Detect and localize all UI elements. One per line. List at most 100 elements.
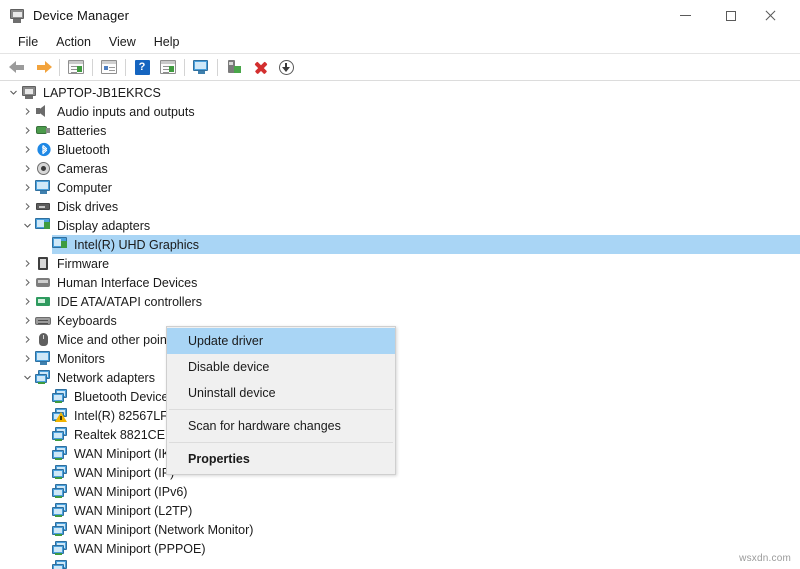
show-hide-console-tree-icon (68, 60, 84, 74)
tree-item-batteries[interactable]: Batteries (0, 121, 800, 140)
maximize-icon (726, 11, 736, 21)
show-hidden-devices-icon (160, 60, 176, 74)
tree-item-label: Network adapters (57, 371, 155, 385)
chevron-right-icon[interactable] (20, 259, 35, 268)
chevron-right-icon[interactable] (20, 297, 35, 306)
chevron-down-icon[interactable] (20, 221, 35, 230)
tree-root-label: LAPTOP-JB1EKRCS (43, 86, 161, 100)
mouse-icon (35, 332, 52, 347)
tree-device-row[interactable]: Intel(R) 82567LF Gigabit Network Connect… (0, 406, 800, 425)
minimize-button[interactable] (662, 0, 708, 31)
forward-button[interactable] (30, 56, 56, 79)
chevron-right-icon[interactable] (20, 145, 35, 154)
tree-device-row-partial[interactable] (0, 558, 800, 569)
tree-device-label: WAN Miniport (L2TP) (74, 504, 192, 518)
tree-item-network-adapters[interactable]: Network adapters (0, 368, 800, 387)
context-menu-separator (169, 409, 393, 410)
chevron-right-icon[interactable] (20, 164, 35, 173)
network-adapter-icon (52, 446, 69, 461)
context-menu-item-properties[interactable]: Properties (167, 446, 395, 472)
menu-file[interactable]: File (9, 33, 47, 51)
context-menu-item-uninstall-device[interactable]: Uninstall device (167, 380, 395, 406)
tree-item-label: Audio inputs and outputs (57, 105, 195, 119)
chevron-right-icon[interactable] (20, 354, 35, 363)
tree-device-row[interactable]: WAN Miniport (L2TP) (0, 501, 800, 520)
back-button[interactable] (4, 56, 30, 79)
network-adapter-icon (52, 389, 69, 404)
tree-item-keyboards[interactable]: Keyboards (0, 311, 800, 330)
tree-item-computer[interactable]: Computer (0, 178, 800, 197)
update-driver-button[interactable] (188, 56, 214, 79)
tree-device-label: WAN Miniport (Network Monitor) (74, 523, 253, 537)
network-adapter-icon (52, 503, 69, 518)
minimize-icon (680, 15, 691, 16)
chevron-right-icon[interactable] (20, 202, 35, 211)
tree-item-audio-inputs-and-outputs[interactable]: Audio inputs and outputs (0, 102, 800, 121)
maximize-button[interactable] (708, 0, 754, 31)
tree-device-row[interactable]: WAN Miniport (PPPOE) (0, 539, 800, 558)
chevron-right-icon[interactable] (20, 278, 35, 287)
menu-action[interactable]: Action (47, 33, 100, 51)
scan-for-hardware-changes-button[interactable] (221, 56, 247, 79)
context-menu-item-label: Scan for hardware changes (188, 419, 341, 433)
context-menu-item-label: Disable device (188, 360, 269, 374)
tree-item-label: Cameras (57, 162, 108, 176)
tree-item-disk-drives[interactable]: Disk drives (0, 197, 800, 216)
context-menu-item-label: Properties (188, 452, 250, 466)
tree-item-human-interface-devices[interactable]: Human Interface Devices (0, 273, 800, 292)
context-menu-item-disable-device[interactable]: Disable device (167, 354, 395, 380)
network-adapter-icon (35, 370, 52, 385)
menu-view[interactable]: View (100, 33, 145, 51)
chevron-right-icon[interactable] (20, 107, 35, 116)
tree-root-node[interactable]: LAPTOP-JB1EKRCS (0, 83, 800, 102)
uninstall-device-icon (253, 60, 268, 75)
tree-item-monitors[interactable]: Monitors (0, 349, 800, 368)
tree-item-label: Computer (57, 181, 112, 195)
tree-device-row[interactable]: Bluetooth Device (Personal Area Network) (0, 387, 800, 406)
tree-item-mice-and-other-pointing-devices[interactable]: Mice and other pointing devices (0, 330, 800, 349)
tree-item-cameras[interactable]: Cameras (0, 159, 800, 178)
menu-help[interactable]: Help (145, 33, 189, 51)
tree-item-label: Firmware (57, 257, 109, 271)
ide-icon (35, 294, 52, 309)
chevron-down-icon[interactable] (6, 88, 21, 97)
chevron-right-icon[interactable] (20, 316, 35, 325)
camera-icon (35, 161, 52, 176)
monitor-icon (35, 180, 52, 195)
chevron-right-icon[interactable] (20, 126, 35, 135)
toolbar-separator (184, 59, 185, 76)
network-adapter-icon (52, 560, 69, 569)
tree-item-firmware[interactable]: Firmware (0, 254, 800, 273)
tree-item-bluetooth[interactable]: Bluetooth (0, 140, 800, 159)
show-hide-console-tree-button[interactable] (63, 56, 89, 79)
tree-device-intel-uhd-graphics[interactable]: Intel(R) UHD Graphics (0, 235, 800, 254)
close-button[interactable] (754, 0, 800, 31)
uninstall-device-button[interactable] (247, 56, 273, 79)
disable-device-button[interactable] (273, 56, 299, 79)
device-tree[interactable]: LAPTOP-JB1EKRCS Audio inputs and outputs… (0, 81, 800, 569)
show-hidden-devices-button[interactable] (155, 56, 181, 79)
toolbar-separator (217, 59, 218, 76)
tree-device-row[interactable]: WAN Miniport (IP) (0, 463, 800, 482)
chevron-down-icon[interactable] (20, 373, 35, 382)
tree-item-ide-ata-atapi-controllers[interactable]: IDE ATA/ATAPI controllers (0, 292, 800, 311)
context-menu[interactable]: Update driver Disable device Uninstall d… (166, 326, 396, 475)
context-menu-item-update-driver[interactable]: Update driver (167, 328, 395, 354)
tree-device-row[interactable]: WAN Miniport (IKEv2) (0, 444, 800, 463)
warning-icon (55, 412, 67, 422)
tree-item-display-adapters[interactable]: Display adapters (0, 216, 800, 235)
properties-button[interactable] (96, 56, 122, 79)
tree-device-label: Intel(R) UHD Graphics (74, 238, 199, 252)
tree-device-row[interactable]: WAN Miniport (IPv6) (0, 482, 800, 501)
tree-device-row[interactable]: Realtek 8821CE Wireless LAN 802.11ac PCI… (0, 425, 800, 444)
tree-item-label: Display adapters (57, 219, 150, 233)
tree-item-label: Monitors (57, 352, 105, 366)
help-button[interactable]: ? (129, 56, 155, 79)
network-adapter-icon (52, 465, 69, 480)
chevron-right-icon[interactable] (20, 335, 35, 344)
chevron-right-icon[interactable] (20, 183, 35, 192)
tree-item-label: Human Interface Devices (57, 276, 197, 290)
tree-device-row[interactable]: WAN Miniport (Network Monitor) (0, 520, 800, 539)
network-adapter-icon (52, 408, 69, 423)
context-menu-item-scan-for-hardware-changes[interactable]: Scan for hardware changes (167, 413, 395, 439)
